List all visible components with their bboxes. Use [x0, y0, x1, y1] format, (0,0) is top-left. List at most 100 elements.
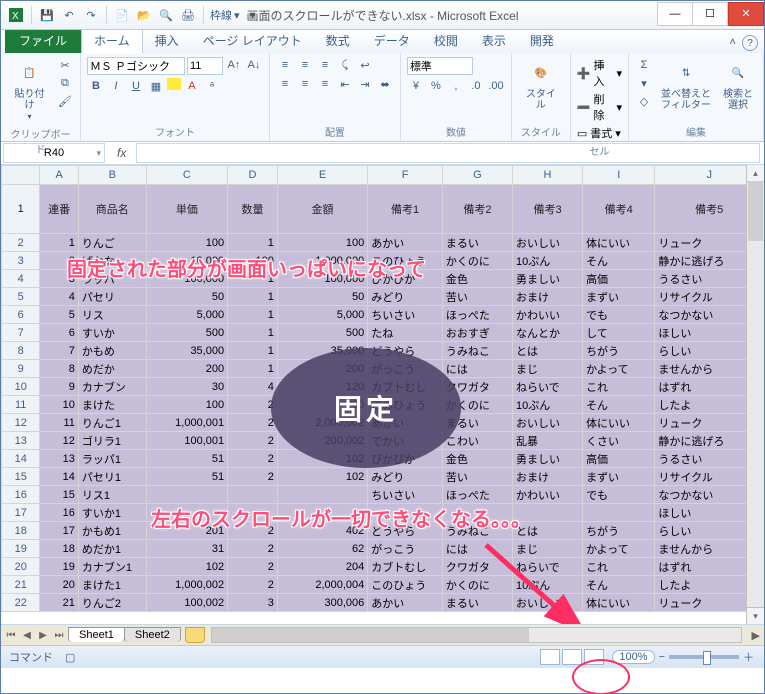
- cell[interactable]: でも: [583, 306, 655, 324]
- cell[interactable]: まじ: [512, 540, 582, 558]
- delete-cells-button[interactable]: ➖削除 ▾: [577, 91, 622, 123]
- row-header[interactable]: 17: [2, 504, 40, 522]
- align-right-icon[interactable]: ≡: [316, 76, 334, 92]
- decrease-font-icon[interactable]: A↓: [245, 57, 263, 73]
- name-box[interactable]: R40: [3, 143, 105, 163]
- cell[interactable]: 50: [146, 288, 227, 306]
- cell[interactable]: 2: [228, 576, 278, 594]
- ribbon-tab[interactable]: 開発: [518, 28, 566, 53]
- align-center-icon[interactable]: ≡: [296, 76, 314, 92]
- cell[interactable]: [228, 504, 278, 522]
- cell[interactable]: 高価: [583, 270, 655, 288]
- row-header[interactable]: 11: [2, 396, 40, 414]
- cell[interactable]: まるい: [442, 414, 512, 432]
- cell[interactable]: [368, 504, 443, 522]
- cell[interactable]: 1: [228, 324, 278, 342]
- cell[interactable]: 1: [40, 234, 78, 252]
- cell[interactable]: 5,000: [146, 306, 227, 324]
- cell[interactable]: 14: [40, 468, 78, 486]
- increase-font-icon[interactable]: A↑: [225, 57, 243, 73]
- cell[interactable]: には: [442, 540, 512, 558]
- cell[interactable]: これ: [583, 558, 655, 576]
- normal-view-button[interactable]: [540, 649, 560, 665]
- decrease-decimal-icon[interactable]: .00: [487, 78, 505, 94]
- cell[interactable]: 500: [277, 324, 367, 342]
- cell[interactable]: でかい: [368, 432, 443, 450]
- horizontal-scrollbar[interactable]: [211, 627, 742, 643]
- cell[interactable]: 1,000,001: [146, 414, 227, 432]
- cell[interactable]: リス1: [78, 486, 146, 504]
- cell[interactable]: りんご2: [78, 594, 146, 612]
- cell[interactable]: ぴかぴか: [368, 450, 443, 468]
- cell[interactable]: 200: [277, 396, 367, 414]
- cell[interactable]: 2,000,004: [277, 576, 367, 594]
- cell[interactable]: 金色: [442, 270, 512, 288]
- cell[interactable]: 2: [40, 252, 78, 270]
- cell[interactable]: おいしい: [512, 594, 582, 612]
- cell[interactable]: ちがう: [583, 342, 655, 360]
- cell[interactable]: 31: [146, 540, 227, 558]
- currency-icon[interactable]: ¥: [407, 78, 425, 94]
- cell[interactable]: 1: [228, 288, 278, 306]
- cell[interactable]: [146, 504, 227, 522]
- cell[interactable]: ねらいで: [512, 378, 582, 396]
- cell[interactable]: かもめ: [78, 342, 146, 360]
- cell[interactable]: 金色: [442, 450, 512, 468]
- cell[interactable]: 4: [228, 378, 278, 396]
- cell[interactable]: 10ぷん: [512, 576, 582, 594]
- copy-icon[interactable]: ⧉: [56, 75, 74, 91]
- ribbon-tab[interactable]: 挿入: [143, 28, 191, 53]
- cell[interactable]: 1: [228, 360, 278, 378]
- cell[interactable]: とは: [512, 342, 582, 360]
- cell[interactable]: かくのに: [442, 396, 512, 414]
- table-header-cell[interactable]: 連番: [40, 185, 78, 234]
- cell[interactable]: 50: [277, 288, 367, 306]
- cell[interactable]: 204: [277, 558, 367, 576]
- cell[interactable]: 30: [146, 378, 227, 396]
- redo-icon[interactable]: ↷: [82, 6, 100, 24]
- cell[interactable]: 苦い: [442, 288, 512, 306]
- cell[interactable]: 15: [40, 486, 78, 504]
- page-break-view-button[interactable]: [584, 649, 604, 665]
- cell[interactable]: 2: [228, 432, 278, 450]
- font-color-button[interactable]: A: [183, 78, 201, 94]
- cell[interactable]: パセリ1: [78, 468, 146, 486]
- cell[interactable]: [583, 504, 655, 522]
- undo-icon[interactable]: ↶: [60, 6, 78, 24]
- underline-button[interactable]: U: [127, 78, 145, 94]
- cell[interactable]: まけた: [78, 396, 146, 414]
- cell[interactable]: そん: [583, 252, 655, 270]
- cell[interactable]: がっこう: [368, 540, 443, 558]
- cell[interactable]: このひょう: [368, 576, 443, 594]
- cell[interactable]: 500: [146, 324, 227, 342]
- cell[interactable]: どうやら: [368, 342, 443, 360]
- cell[interactable]: めだか1: [78, 540, 146, 558]
- font-name-input[interactable]: [87, 57, 185, 75]
- cell[interactable]: すいか1: [78, 504, 146, 522]
- cell[interactable]: 苦い: [442, 468, 512, 486]
- cell[interactable]: 100: [146, 234, 227, 252]
- cell[interactable]: かくのに: [442, 252, 512, 270]
- cell[interactable]: まるい: [442, 234, 512, 252]
- cell[interactable]: 体にいい: [583, 414, 655, 432]
- row-header[interactable]: 3: [2, 252, 40, 270]
- cell[interactable]: 102: [277, 450, 367, 468]
- cell[interactable]: [146, 486, 227, 504]
- cell[interactable]: 体にいい: [583, 234, 655, 252]
- cell[interactable]: 2,000,002: [277, 414, 367, 432]
- column-header[interactable]: E: [277, 166, 367, 185]
- border-button[interactable]: ▦: [147, 78, 165, 94]
- cell[interactable]: パセリ: [78, 288, 146, 306]
- ribbon-tab[interactable]: ページ レイアウト: [191, 28, 314, 53]
- row-header[interactable]: 5: [2, 288, 40, 306]
- formula-input[interactable]: [136, 143, 760, 163]
- cell[interactable]: 100,000: [146, 270, 227, 288]
- cell[interactable]: ねらいで: [512, 558, 582, 576]
- cell[interactable]: 5: [40, 306, 78, 324]
- row-header[interactable]: 20: [2, 558, 40, 576]
- cell[interactable]: リス: [78, 306, 146, 324]
- cell[interactable]: 勇ましい: [512, 270, 582, 288]
- row-header[interactable]: 18: [2, 522, 40, 540]
- cell[interactable]: 102: [277, 468, 367, 486]
- format-painter-icon[interactable]: 🖌: [56, 93, 74, 109]
